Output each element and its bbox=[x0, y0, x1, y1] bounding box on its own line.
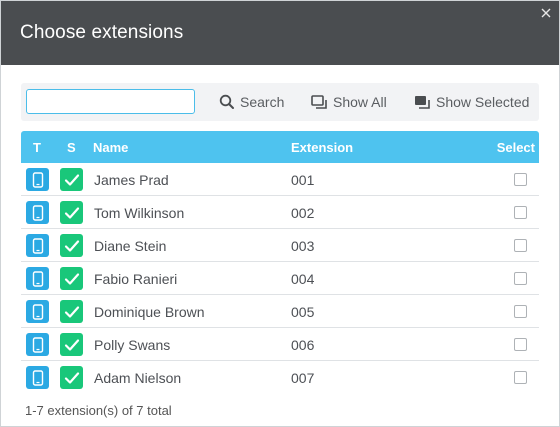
extension-name: Polly Swans bbox=[94, 337, 171, 353]
windows-icon bbox=[311, 94, 327, 109]
search-button-label: Search bbox=[240, 94, 285, 110]
mobile-phone-icon bbox=[26, 201, 49, 224]
table-row[interactable]: Adam Nielson 007 bbox=[21, 361, 539, 394]
extension-number: 004 bbox=[291, 271, 315, 287]
extension-name: Fabio Ranieri bbox=[94, 271, 178, 287]
toolbar: Search Show All Show Selected bbox=[21, 83, 539, 121]
extension-number: 005 bbox=[291, 304, 315, 320]
extension-name: Adam Nielson bbox=[94, 370, 182, 386]
close-icon[interactable] bbox=[539, 6, 553, 20]
mobile-phone-icon bbox=[26, 333, 49, 356]
show-all-button[interactable]: Show All bbox=[311, 83, 387, 121]
select-checkbox[interactable] bbox=[514, 305, 527, 318]
table-row[interactable]: Fabio Ranieri 004 bbox=[21, 262, 539, 295]
column-header-name[interactable]: Name bbox=[93, 140, 128, 155]
checkmark-icon bbox=[60, 201, 83, 224]
checkmark-icon bbox=[60, 366, 83, 389]
choose-extensions-dialog: Choose extensions Search Show All Show S… bbox=[0, 0, 560, 427]
extension-number: 003 bbox=[291, 238, 315, 254]
column-header-status[interactable]: S bbox=[67, 140, 76, 155]
selected-windows-icon bbox=[415, 95, 430, 109]
checkmark-icon bbox=[60, 300, 83, 323]
mobile-phone-icon bbox=[26, 366, 49, 389]
mobile-phone-icon bbox=[26, 300, 49, 323]
table-row[interactable]: Diane Stein 003 bbox=[21, 229, 539, 262]
extension-name: Diane Stein bbox=[94, 238, 167, 254]
checkmark-icon bbox=[60, 267, 83, 290]
select-checkbox[interactable] bbox=[514, 338, 527, 351]
mobile-phone-icon bbox=[26, 267, 49, 290]
select-checkbox[interactable] bbox=[514, 239, 527, 252]
table-header: T S Name Extension Select bbox=[21, 131, 539, 163]
extension-number: 002 bbox=[291, 205, 315, 221]
checkmark-icon bbox=[60, 234, 83, 257]
extensions-table: T S Name Extension Select James Prad 001 bbox=[21, 131, 539, 394]
search-button[interactable]: Search bbox=[219, 83, 284, 121]
pagination-count: 1-7 extension(s) of 7 total bbox=[25, 403, 172, 418]
extension-name: Tom Wilkinson bbox=[94, 205, 185, 221]
table-row[interactable]: Tom Wilkinson 002 bbox=[21, 196, 539, 229]
select-checkbox[interactable] bbox=[514, 272, 527, 285]
show-selected-button[interactable]: Show Selected bbox=[414, 83, 529, 121]
show-selected-label: Show Selected bbox=[436, 94, 530, 110]
table-row[interactable]: Polly Swans 006 bbox=[21, 328, 539, 361]
show-all-label: Show All bbox=[333, 94, 387, 110]
column-header-extension[interactable]: Extension bbox=[291, 140, 353, 155]
dialog-header: Choose extensions bbox=[1, 1, 559, 65]
search-input[interactable] bbox=[26, 89, 195, 114]
table-row[interactable]: James Prad 001 bbox=[21, 163, 539, 196]
select-checkbox[interactable] bbox=[514, 371, 527, 384]
extension-number: 001 bbox=[291, 172, 315, 188]
checkmark-icon bbox=[60, 333, 83, 356]
extension-name: Dominique Brown bbox=[94, 304, 205, 320]
mobile-phone-icon bbox=[26, 234, 49, 257]
checkmark-icon bbox=[60, 168, 83, 191]
dialog-title: Choose extensions bbox=[20, 22, 184, 43]
select-checkbox[interactable] bbox=[514, 206, 527, 219]
select-checkbox[interactable] bbox=[514, 173, 527, 186]
mobile-phone-icon bbox=[26, 168, 49, 191]
search-icon bbox=[219, 94, 234, 109]
column-header-type[interactable]: T bbox=[33, 140, 41, 155]
table-row[interactable]: Dominique Brown 005 bbox=[21, 295, 539, 328]
extension-number: 006 bbox=[291, 337, 315, 353]
extension-number: 007 bbox=[291, 370, 315, 386]
table-body: James Prad 001 Tom Wilkinson 002 Diane S… bbox=[21, 163, 539, 394]
extension-name: James Prad bbox=[94, 172, 169, 188]
column-header-select[interactable]: Select bbox=[497, 140, 535, 155]
